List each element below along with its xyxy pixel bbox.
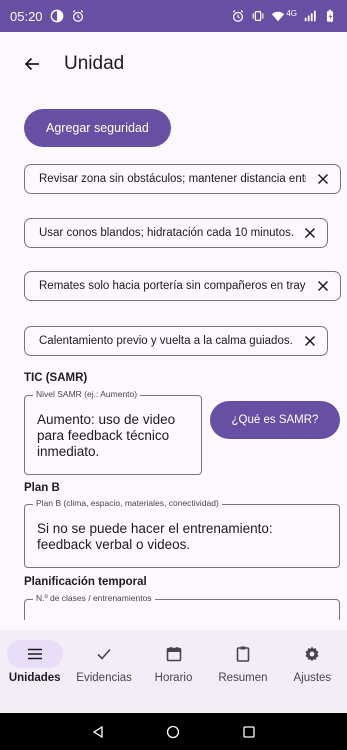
plan-b-label: Plan B (clima, espacio, materiales, cone… (33, 498, 222, 508)
alarm-icon (71, 9, 85, 23)
remove-safety-button[interactable] (299, 222, 321, 244)
planning-section-label: Planificación temporal (24, 576, 147, 588)
circle-home-icon (167, 725, 180, 738)
safety-item-text: Remates solo hacia portería sin compañer… (39, 280, 306, 292)
safety-item-text: Revisar zona sin obstáculos; mantener di… (39, 173, 306, 185)
circle-half-icon (50, 9, 64, 23)
safety-item-chip: Usar conos blandos; hidratación cada 10 … (24, 218, 328, 248)
top-app-bar: Unidad (0, 32, 347, 96)
nav-item-horario[interactable]: Horario (139, 630, 208, 686)
page-title: Unidad (64, 53, 125, 74)
remove-safety-button[interactable] (312, 168, 334, 190)
system-recents-button[interactable] (235, 718, 263, 746)
close-icon (304, 335, 316, 347)
samr-level-label: Nivel SAMR (ej.: Aumento) (33, 389, 141, 399)
system-back-button[interactable] (84, 718, 112, 746)
nav-bar-spacer (0, 686, 347, 713)
status-bar: 05:20 4G (0, 0, 347, 32)
nav-label: Ajustes (293, 672, 332, 684)
close-icon (317, 280, 329, 292)
nav-item-ajustes[interactable]: Ajustes (278, 630, 347, 686)
arrow-left-icon (24, 57, 39, 71)
sessions-count-label: N.º de clases / entrenamientos (33, 593, 155, 603)
nav-label: Horario (154, 672, 193, 684)
bottom-navigation: Unidades Evidencias Horario Resumen Ajus… (0, 630, 347, 686)
signal-icon (303, 9, 317, 23)
plan-b-section-label: Plan B (24, 482, 60, 494)
samr-level-field[interactable]: Nivel SAMR (ej.: Aumento) Aumento: uso d… (24, 389, 202, 475)
battery-icon (323, 9, 337, 23)
nav-item-evidencias[interactable]: Evidencias (69, 630, 138, 686)
wifi-icon (271, 9, 285, 23)
nav-label: Resumen (218, 672, 268, 684)
close-icon (317, 173, 329, 185)
nav-label: Evidencias (76, 672, 132, 684)
network-type: 4G (286, 8, 297, 18)
plan-b-field[interactable]: Plan B (clima, espacio, materiales, cone… (24, 498, 340, 568)
triangle-back-icon (92, 725, 103, 738)
sessions-count-field[interactable]: N.º de clases / entrenamientos (24, 593, 340, 620)
samr-level-value: Aumento: uso de video para feedback técn… (37, 412, 176, 459)
menu-icon (6, 640, 63, 668)
back-button[interactable] (18, 50, 46, 78)
gear-icon (284, 640, 340, 668)
safety-item-chip: Remates solo hacia portería sin compañer… (24, 271, 341, 301)
system-navigation-bar (0, 713, 347, 750)
remove-safety-button[interactable] (312, 275, 334, 297)
safety-item-text: Calentamiento previo y vuelta a la calma… (39, 335, 293, 347)
nav-item-unidades[interactable]: Unidades (0, 630, 69, 686)
safety-item-text: Usar conos blandos; hidratación cada 10 … (39, 227, 293, 239)
vibrate-icon (251, 9, 265, 23)
system-home-button[interactable] (159, 718, 187, 746)
safety-item-chip: Revisar zona sin obstáculos; mantener di… (24, 164, 341, 194)
remove-safety-button[interactable] (299, 330, 321, 352)
add-safety-button[interactable]: Agregar seguridad (24, 109, 171, 147)
unit-form[interactable]: Agregar seguridad Revisar zona sin obstá… (0, 96, 347, 620)
tic-section-label: TIC (SAMR) (24, 372, 88, 384)
alarm-icon (231, 9, 245, 23)
close-icon (304, 227, 316, 239)
check-icon (76, 640, 132, 668)
clipboard-icon (215, 640, 271, 668)
what-is-samr-button[interactable]: ¿Qué es SAMR? (210, 401, 340, 439)
square-recents-icon (243, 725, 255, 738)
safety-item-chip: Calentamiento previo y vuelta a la calma… (24, 326, 328, 356)
plan-b-value: Si no se puede hacer el entrenamiento: f… (37, 521, 273, 552)
calendar-icon (146, 640, 202, 668)
status-time: 05:20 (10, 8, 43, 24)
nav-item-resumen[interactable]: Resumen (208, 630, 277, 686)
nav-label: Unidades (8, 672, 61, 684)
